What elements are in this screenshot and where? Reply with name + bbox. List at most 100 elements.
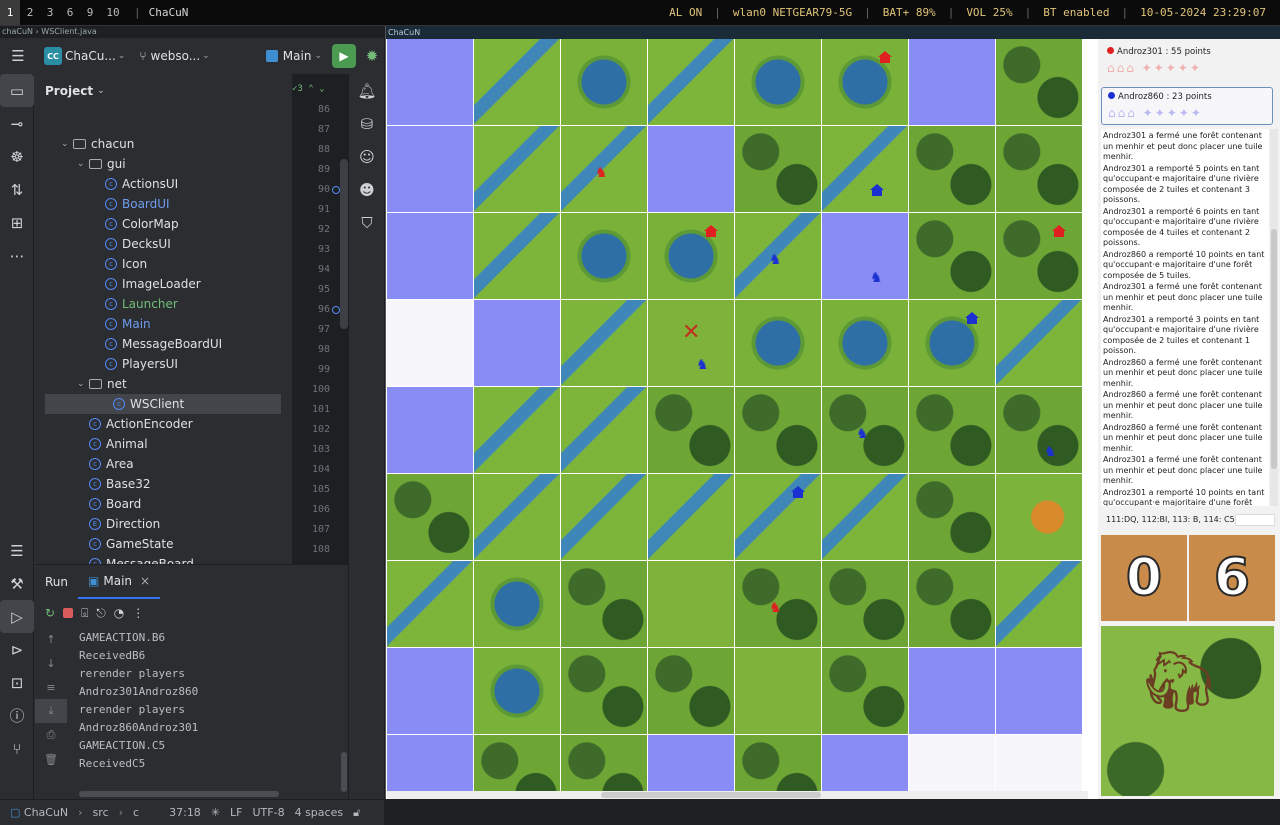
- next-tile-preview[interactable]: 🦣︎: [1101, 626, 1274, 796]
- board-tile[interactable]: [561, 648, 647, 734]
- status-project[interactable]: ▢ ChaCuN: [10, 806, 68, 819]
- console-hscrollbar[interactable]: [79, 791, 279, 797]
- board-tile[interactable]: [909, 474, 995, 560]
- scroll-to-end-icon[interactable]: ⤓: [35, 699, 67, 723]
- hut-occupant-icon[interactable]: [870, 184, 884, 196]
- run-tool-icon[interactable]: ▷: [0, 600, 34, 633]
- board-tile[interactable]: [822, 561, 908, 647]
- board-tile[interactable]: [474, 735, 560, 791]
- board-tile[interactable]: [474, 561, 560, 647]
- board-tile[interactable]: [822, 648, 908, 734]
- more-options-icon[interactable]: ⋮: [132, 606, 144, 620]
- tree-item-imageloader[interactable]: c ImageLoader: [105, 274, 201, 294]
- implements-marker-icon[interactable]: [332, 186, 340, 194]
- board-tile[interactable]: [996, 387, 1082, 473]
- empty-slot[interactable]: [909, 648, 995, 734]
- hut-occupant-icon[interactable]: [704, 225, 718, 237]
- action-input[interactable]: [1235, 514, 1275, 526]
- scrollbar-thumb[interactable]: [601, 792, 821, 798]
- workspace-3[interactable]: 3: [40, 0, 60, 25]
- empty-slot[interactable]: [387, 387, 473, 473]
- close-icon[interactable]: ×: [140, 574, 150, 588]
- hut-occupant-icon[interactable]: [1052, 225, 1066, 237]
- board-tile[interactable]: [474, 126, 560, 212]
- structure-tool-icon[interactable]: ⊞: [0, 206, 34, 239]
- cancel-marker-icon[interactable]: ✕: [682, 322, 700, 344]
- project-panel-title[interactable]: Project: [45, 84, 93, 98]
- tree-item-animal[interactable]: c Animal: [89, 434, 148, 454]
- problems-tool-icon[interactable]: ⓘ: [0, 699, 34, 732]
- board-tile[interactable]: [474, 213, 560, 299]
- pawn-occupant-icon[interactable]: ♞: [769, 601, 782, 615]
- board-tile[interactable]: [822, 39, 908, 125]
- empty-slot[interactable]: [648, 735, 734, 791]
- board-tile[interactable]: [909, 387, 995, 473]
- debug-icon[interactable]: ✹: [360, 44, 384, 68]
- run-button[interactable]: ▶: [332, 44, 356, 68]
- empty-slot[interactable]: [822, 735, 908, 791]
- vcs-tool-icon[interactable]: ⑂: [0, 732, 34, 765]
- tree-item-colormap[interactable]: c ColorMap: [105, 214, 179, 234]
- project-tool-icon[interactable]: ▭: [0, 74, 34, 107]
- console-output[interactable]: ↑ ↓ ≡ ⤓ ⎙ 🗑︎ GAMEACTION.B6 ReceivedB6 rere…: [35, 627, 348, 800]
- tree-item-actionsui[interactable]: c ActionsUI: [105, 174, 178, 194]
- board-tile[interactable]: [735, 735, 821, 791]
- board-tile[interactable]: [474, 387, 560, 473]
- pawn-occupant-icon[interactable]: ♞: [769, 253, 782, 267]
- down-arrow-icon[interactable]: ↓: [35, 651, 67, 675]
- workspace-10[interactable]: 10: [100, 0, 126, 25]
- workspace-switcher[interactable]: 1 2 3 6 9 10: [0, 0, 126, 25]
- board-tile[interactable]: [387, 474, 473, 560]
- board-tile[interactable]: [996, 39, 1082, 125]
- trash-icon[interactable]: 🗑︎: [35, 747, 67, 771]
- board-tile[interactable]: [561, 300, 647, 386]
- editor-scrollbar[interactable]: [340, 159, 348, 329]
- empty-slot[interactable]: [909, 735, 995, 791]
- empty-slot[interactable]: [387, 39, 473, 125]
- line-separator[interactable]: LF: [230, 806, 242, 819]
- board-tile[interactable]: [648, 648, 734, 734]
- hut-occupant-icon[interactable]: [878, 51, 892, 63]
- empty-slot[interactable]: [474, 300, 560, 386]
- scrollbar-thumb[interactable]: [1271, 229, 1277, 469]
- board-tile[interactable]: [735, 126, 821, 212]
- empty-slot[interactable]: [909, 39, 995, 125]
- print-icon[interactable]: ⎙: [35, 723, 67, 747]
- camera-icon[interactable]: ⌻: [81, 606, 88, 621]
- board-tile[interactable]: [561, 561, 647, 647]
- tree-item-boardui[interactable]: c BoardUI: [105, 194, 170, 214]
- project-selector[interactable]: CC ChaCu... ⌄: [44, 47, 125, 65]
- empty-slot[interactable]: [996, 735, 1082, 791]
- lock-icon[interactable]: 🔓︎: [353, 806, 360, 820]
- game-board[interactable]: ✕♞♞♞♞♞♞♞♞: [387, 39, 1088, 791]
- rerun-icon[interactable]: ↻: [45, 606, 55, 620]
- board-tile[interactable]: [909, 300, 995, 386]
- board-tile[interactable]: [387, 561, 473, 647]
- tree-item-direction[interactable]: E Direction: [89, 514, 160, 534]
- empty-slot[interactable]: [387, 126, 473, 212]
- main-menu-icon[interactable]: ☰: [6, 44, 30, 68]
- board-tile[interactable]: [648, 474, 734, 560]
- empty-slot[interactable]: [387, 735, 473, 791]
- stop-icon[interactable]: [63, 608, 74, 618]
- warning-indicator[interactable]: ✓3 ⌃ ⌄: [292, 84, 325, 94]
- workspace-6[interactable]: 6: [60, 0, 80, 25]
- branch-selector[interactable]: ⑂ webso... ⌄: [139, 49, 209, 63]
- workspace-1[interactable]: 1: [0, 0, 20, 25]
- board-tile[interactable]: [648, 561, 734, 647]
- notifications-icon[interactable]: 🔔︎: [349, 74, 385, 107]
- board-tile[interactable]: [909, 561, 995, 647]
- tree-item-area[interactable]: c Area: [89, 454, 134, 474]
- board-tile[interactable]: [648, 39, 734, 125]
- indent-setting[interactable]: 4 spaces: [295, 806, 344, 819]
- board-tile[interactable]: [474, 648, 560, 734]
- chevron-down-icon[interactable]: ⌄: [61, 134, 73, 154]
- cursor-position[interactable]: 37:18: [169, 806, 201, 819]
- more-tools-icon[interactable]: ⋯: [0, 239, 34, 272]
- empty-slot[interactable]: [387, 300, 473, 386]
- board-tile[interactable]: [474, 474, 560, 560]
- board-tile[interactable]: [996, 474, 1082, 560]
- status-path-src[interactable]: src: [93, 806, 109, 819]
- run-config-selector[interactable]: Main ⌄: [265, 49, 322, 63]
- board-tile[interactable]: [996, 213, 1082, 299]
